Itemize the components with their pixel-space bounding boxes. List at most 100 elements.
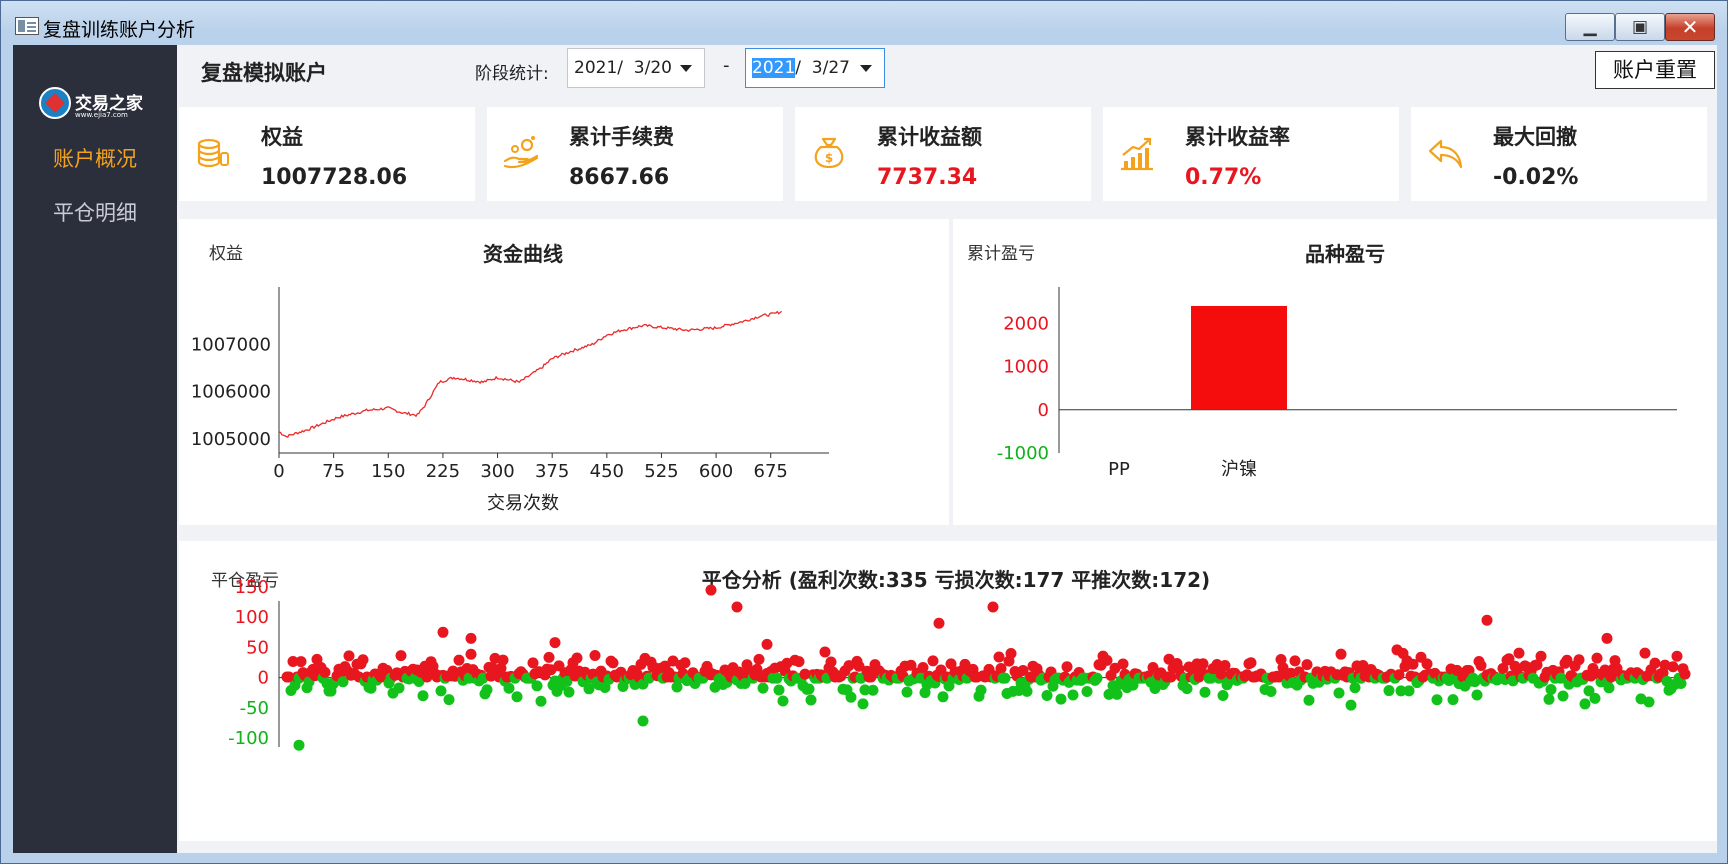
period-label: 阶段统计:: [475, 64, 549, 84]
chart-title: 品种盈亏: [1305, 242, 1385, 266]
profit-point: [753, 653, 765, 665]
client-area: 交易之家 www.ejia7.com 账户概况 平仓明细 复盘模拟账户 阶段统计…: [13, 45, 1717, 853]
profit-point: [607, 657, 619, 669]
logo-url: www.ejia7.com: [75, 111, 128, 119]
equity-curve-panel: 权益 资金曲线 交易次数 0 75 150 225 300 375 450 525 600 675 100…: [179, 219, 949, 525]
loss-point: [1021, 685, 1033, 697]
loss-point: [1217, 689, 1229, 701]
profit-point: [1601, 632, 1613, 644]
loss-point: [1055, 693, 1067, 705]
x-tick-label: 0: [273, 461, 284, 482]
profit-point: [1289, 655, 1301, 667]
x-tick-label: 225: [426, 461, 460, 482]
svg-text:$: $: [825, 151, 833, 165]
sidebar-item-close-details[interactable]: 平仓明细: [13, 197, 177, 227]
maximize-button[interactable]: ▣: [1615, 13, 1665, 41]
y-axis-label: 权益: [209, 244, 243, 264]
stat-card-return-rate: 累计收益率 0.77%: [1103, 107, 1399, 201]
loss-point: [867, 684, 879, 696]
end-date-picker[interactable]: 2021/ 3/27: [745, 48, 885, 88]
profit-point: [589, 649, 601, 661]
loss-point: [481, 684, 493, 696]
product-pnl-panel: 累计盈亏 品种盈亏 -1000 0 1000 2000 PP 沪镍: [953, 219, 1717, 525]
chevron-down-icon[interactable]: [860, 65, 872, 72]
profit-point: [705, 584, 717, 596]
profit-point: [1535, 650, 1547, 662]
bar: [1191, 305, 1287, 410]
stat-value: 1007728.06: [261, 165, 408, 190]
loss-point: [975, 684, 987, 696]
x-tick-label: 450: [590, 461, 624, 482]
profit-point: [571, 652, 583, 664]
minimize-button[interactable]: ▁: [1565, 13, 1615, 41]
title-bar[interactable]: 复盘训练账户分析 ▁ ▣ ✕: [1, 1, 1727, 45]
sidebar-item-account-overview[interactable]: 账户概况: [13, 143, 177, 173]
y-tick-label: -100: [228, 728, 269, 749]
stat-value: -0.02%: [1493, 165, 1579, 190]
profit-point: [987, 601, 999, 613]
sidebar: 交易之家 www.ejia7.com 账户概况 平仓明细: [13, 45, 177, 853]
reset-account-button[interactable]: 账户重置: [1595, 51, 1715, 89]
x-tick-label: 150: [371, 461, 405, 482]
end-date-value: 2021/ 3/27: [752, 58, 850, 78]
loss-point: [1333, 687, 1345, 699]
profit-point: [933, 617, 945, 629]
profit-point: [1335, 648, 1347, 660]
profit-point: [357, 654, 369, 666]
stat-card-fees: 累计手续费 8667.66: [487, 107, 783, 201]
stat-value: 0.77%: [1185, 165, 1262, 190]
stat-label: 权益: [261, 125, 303, 149]
end-date-rest: / 3/27: [795, 58, 850, 78]
loss-point: [1067, 689, 1079, 701]
loss-point: [1675, 678, 1687, 690]
profit-point: [1513, 647, 1525, 659]
profit-point: [497, 654, 509, 666]
profit-point: [1573, 654, 1585, 666]
y-tick-label: 2000: [1003, 313, 1049, 334]
loss-point: [937, 691, 949, 703]
loss-point: [1303, 694, 1315, 706]
loss-point: [1447, 694, 1459, 706]
loss-point: [511, 691, 523, 703]
stat-value: 8667.66: [569, 165, 670, 190]
date-separator: -: [723, 55, 730, 76]
loss-point: [1557, 690, 1569, 702]
minimize-icon: ▁: [1583, 17, 1597, 37]
profit-point: [1667, 661, 1679, 673]
money-bag-icon: $: [814, 137, 844, 169]
y-tick-label: 50: [246, 637, 269, 658]
stat-value: 7737.34: [877, 165, 978, 190]
profit-point: [295, 656, 307, 668]
chevron-down-icon[interactable]: [680, 65, 692, 72]
equity-series-line: [278, 310, 782, 439]
start-date-picker[interactable]: 2021/ 3/20: [567, 48, 705, 88]
y-tick-label: 0: [258, 668, 269, 689]
close-button[interactable]: ✕: [1665, 13, 1715, 41]
loss-point: [1431, 694, 1443, 706]
profit-point: [343, 650, 355, 662]
loss-point: [1589, 692, 1601, 704]
start-date-value: 2021/ 3/20: [574, 58, 672, 78]
loss-point: [1579, 698, 1591, 710]
logo: 交易之家 www.ejia7.com: [39, 87, 159, 127]
y-tick-label: 150: [235, 577, 269, 598]
profit-point: [1639, 647, 1651, 659]
stat-label: 累计收益额: [877, 125, 982, 149]
chart-title: 平仓分析 (盈利次数:335 亏损次数:177 平推次数:172): [702, 568, 1210, 592]
stat-card-equity: 权益 1007728.06: [179, 107, 475, 201]
loss-point: [1265, 686, 1277, 698]
x-tick-label: 600: [699, 461, 733, 482]
y-tick-label: 100: [235, 607, 269, 628]
profit-point: [1005, 647, 1017, 659]
profit-point: [761, 638, 773, 650]
loss-point: [1091, 672, 1103, 684]
coins-icon: [197, 138, 229, 168]
y-tick-label: 0: [1038, 400, 1049, 421]
loss-point: [1199, 686, 1211, 698]
loss-point: [857, 698, 869, 710]
loss-point: [1471, 689, 1483, 701]
close-icon: ✕: [1681, 15, 1699, 39]
loss-point: [805, 694, 817, 706]
profit-point: [1117, 658, 1129, 670]
app-window: 复盘训练账户分析 ▁ ▣ ✕ 交易之家 www.ejia7.com 账户概况 平…: [0, 0, 1728, 864]
